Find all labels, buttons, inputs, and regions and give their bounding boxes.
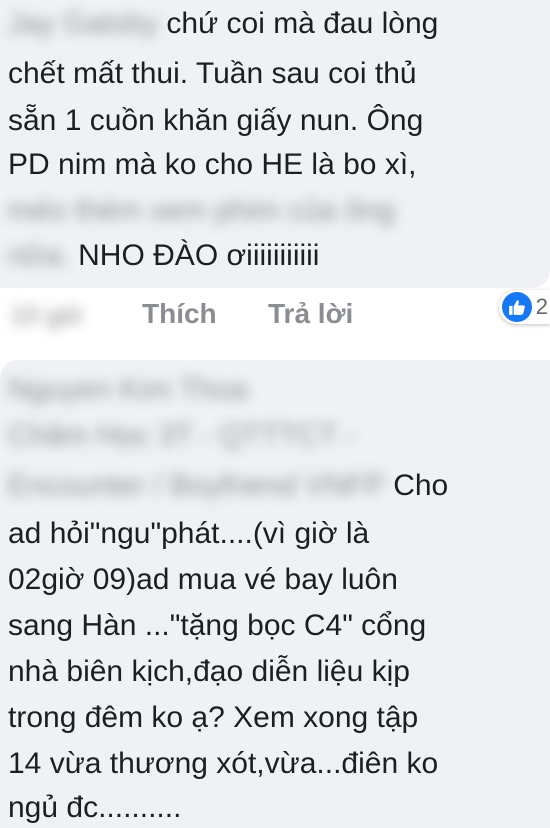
author-name[interactable]: Nguyen Kim Thoa bbox=[8, 372, 248, 408]
comment-text: sang Hàn ..."tặng bọc C4" cổng bbox=[8, 609, 427, 642]
blurred-text: Encounter / Boyfriend VNFP bbox=[8, 469, 385, 502]
thumbs-up-icon bbox=[501, 292, 532, 322]
comment-text: 14 vừa thương xót,vừa...điên ko bbox=[8, 747, 439, 780]
comment-text: trong đêm ko ạ? Xem xong tập bbox=[8, 701, 419, 734]
comment-timestamp[interactable]: 10 giờ bbox=[10, 300, 83, 331]
comment-line: Jay Gatsby chứ coi mà đau lòng bbox=[8, 6, 438, 42]
reaction-count: 2 bbox=[535, 294, 548, 319]
blurred-text: méo thèm xem phim của ông bbox=[8, 194, 395, 227]
comment-text: ngủ đc.......... bbox=[8, 791, 182, 824]
comment-text-blurred: méo thèm xem phim của ông bbox=[8, 193, 395, 229]
author-name[interactable]: Jay Gatsby bbox=[8, 6, 158, 42]
comment-bubble: Nguyen Kim Thoa Chăm Học 3T - QTTTCT - E… bbox=[0, 360, 550, 828]
comment-text: chứ coi mà đau lòng bbox=[166, 7, 439, 40]
comment-text: nhà biên kịch,đạo diễn liệu kịp bbox=[8, 655, 410, 688]
comment-text: ad hỏi"ngu"phát....(vì giờ là bbox=[8, 517, 370, 550]
comment-line: Encounter / Boyfriend VNFP Cho bbox=[8, 468, 448, 504]
comment-line: nữa. NHO ĐÀO ơiiiiiiiiiii bbox=[8, 238, 319, 274]
like-link[interactable]: Thích bbox=[142, 298, 217, 330]
comment-bubble: Jay Gatsby chứ coi mà đau lòng chết mất … bbox=[0, 0, 550, 288]
blurred-text: nữa. bbox=[8, 239, 70, 272]
reaction-summary[interactable]: 2 bbox=[498, 290, 550, 324]
author-detail-blurred: Chăm Học 3T - QTTTCT - bbox=[8, 418, 355, 454]
comment-text: chết mất thui. Tuần sau coi thủ bbox=[8, 57, 417, 90]
comment-text: PD nim mà ko cho HE là bo xì, bbox=[8, 148, 417, 181]
reply-link[interactable]: Trả lời bbox=[268, 298, 353, 330]
comment-text: sẵn 1 cuồn khăn giấy nun. Ông bbox=[8, 104, 424, 137]
comment-text: NHO ĐÀO ơiiiiiiiiiii bbox=[78, 239, 320, 272]
blurred-text: Chăm Học 3T - QTTTCT - bbox=[8, 419, 356, 452]
comment-text: Cho bbox=[393, 469, 449, 502]
comment-actions: 10 giờ Thích Trả lời 2 bbox=[0, 288, 550, 340]
comment-text: 02giờ 09)ad mua vé bay luôn bbox=[8, 563, 398, 596]
author-name-text: Nguyen Kim Thoa bbox=[8, 373, 248, 406]
